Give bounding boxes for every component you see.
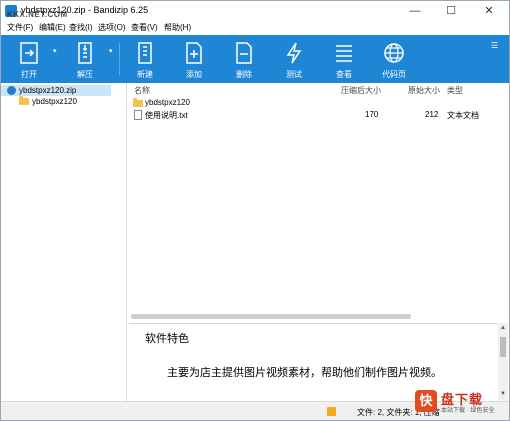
scroll-up-icon[interactable]: ▲ bbox=[500, 325, 506, 331]
close-button[interactable]: ✕ bbox=[473, 1, 505, 21]
new-button[interactable]: 新建 bbox=[123, 35, 167, 83]
view-button[interactable]: 查看 bbox=[322, 35, 366, 83]
file-row[interactable]: ybdstpxz120 bbox=[129, 97, 505, 108]
status-folder-icon bbox=[327, 407, 336, 416]
info-description: 主要为店主提供图片视频素材，帮助他们制作图片视频。 bbox=[167, 367, 442, 379]
scroll-thumb[interactable] bbox=[500, 337, 506, 357]
test-button[interactable]: 测试 bbox=[272, 35, 316, 83]
lightning-icon bbox=[286, 42, 302, 64]
open-dropdown-icon[interactable]: ▾ bbox=[53, 47, 57, 55]
toolbar-menu-icon[interactable]: ☰ bbox=[491, 41, 498, 50]
extract-label: 解压 bbox=[77, 70, 93, 79]
tree-item-archive-label: ybdstpxz120.zip bbox=[19, 86, 77, 95]
column-name[interactable]: 名称 bbox=[134, 85, 150, 96]
delete-icon bbox=[236, 42, 252, 64]
file-row[interactable]: 使用说明.txt 170 212 文本文档 bbox=[129, 109, 505, 120]
logo-mark: 快 bbox=[415, 390, 437, 412]
delete-label: 删除 bbox=[236, 70, 252, 79]
archive-icon bbox=[7, 86, 16, 95]
toolbar: 打开 ▾ 解压 ▾ 新建 添加 删除 测试 查看 代码页 ☰ bbox=[1, 35, 509, 83]
tree-item-folder-label: ybdstpxz120 bbox=[32, 97, 77, 106]
folder-icon bbox=[133, 98, 143, 107]
maximize-button[interactable]: ☐ bbox=[435, 1, 467, 21]
info-title: 软件特色 bbox=[145, 333, 189, 345]
globe-icon bbox=[384, 43, 404, 63]
view-label: 查看 bbox=[336, 70, 352, 79]
open-icon bbox=[20, 42, 38, 64]
watermark-text: KKX.NET.COM bbox=[7, 10, 68, 19]
add-label: 添加 bbox=[186, 70, 202, 79]
test-label: 测试 bbox=[286, 70, 302, 79]
bandizip-window: ybdstpxz120.zip - Bandizip 6.25 KKX.NET.… bbox=[0, 0, 510, 421]
codepage-button[interactable]: 代码页 bbox=[372, 35, 416, 83]
title-bar: ybdstpxz120.zip - Bandizip 6.25 KKX.NET.… bbox=[1, 1, 509, 21]
column-compressed-size[interactable]: 压缩后大小 bbox=[341, 85, 381, 96]
file-type: 文本文档 bbox=[447, 111, 479, 120]
menu-edit[interactable]: 编辑(E) bbox=[39, 22, 66, 33]
extract-button[interactable]: 解压 bbox=[63, 35, 107, 83]
delete-button[interactable]: 删除 bbox=[222, 35, 266, 83]
add-button[interactable]: 添加 bbox=[172, 35, 216, 83]
file-compressed-size: 170 bbox=[365, 110, 379, 119]
site-logo: 快 盘下载 本站下载 · 绿色安全 bbox=[415, 388, 503, 416]
menu-help[interactable]: 帮助(H) bbox=[164, 22, 191, 33]
extract-icon bbox=[78, 42, 92, 64]
horizontal-scrollbar[interactable] bbox=[131, 314, 411, 319]
add-icon bbox=[186, 42, 202, 64]
new-archive-icon bbox=[138, 42, 152, 64]
menu-file[interactable]: 文件(F) bbox=[7, 22, 33, 33]
text-file-icon bbox=[134, 110, 142, 120]
list-view-icon bbox=[336, 45, 352, 62]
codepage-label: 代码页 bbox=[382, 70, 406, 79]
tree-item-archive[interactable]: ybdstpxz120.zip bbox=[1, 85, 111, 96]
file-name: 使用说明.txt bbox=[145, 111, 188, 120]
logo-sub-text: 本站下载 · 绿色安全 bbox=[441, 408, 495, 414]
folder-tree: ybdstpxz120.zip ybdstpxz120 bbox=[1, 83, 127, 401]
menu-find[interactable]: 查找(I) bbox=[69, 22, 93, 33]
toolbar-separator bbox=[119, 43, 120, 75]
menu-options[interactable]: 选项(O) bbox=[98, 22, 126, 33]
column-type[interactable]: 类型 bbox=[447, 85, 463, 96]
menu-view[interactable]: 查看(V) bbox=[131, 22, 158, 33]
extract-dropdown-icon[interactable]: ▾ bbox=[109, 47, 113, 55]
open-label: 打开 bbox=[21, 70, 37, 79]
column-original-size[interactable]: 原始大小 bbox=[408, 85, 440, 96]
file-original-size: 212 bbox=[425, 110, 439, 119]
new-label: 新建 bbox=[137, 70, 153, 79]
menu-bar: 文件(F) 编辑(E) 查找(I) 选项(O) 查看(V) 帮助(H) bbox=[1, 21, 509, 35]
file-list: 名称 压缩后大小 原始大小 类型 ybdstpxz120 使用说明.txt 17… bbox=[129, 83, 509, 323]
open-button[interactable]: 打开 bbox=[7, 35, 51, 83]
minimize-button[interactable]: — bbox=[399, 1, 431, 21]
tree-item-folder[interactable]: ybdstpxz120 bbox=[1, 96, 111, 107]
file-name: ybdstpxz120 bbox=[145, 98, 190, 107]
folder-icon bbox=[19, 96, 29, 105]
